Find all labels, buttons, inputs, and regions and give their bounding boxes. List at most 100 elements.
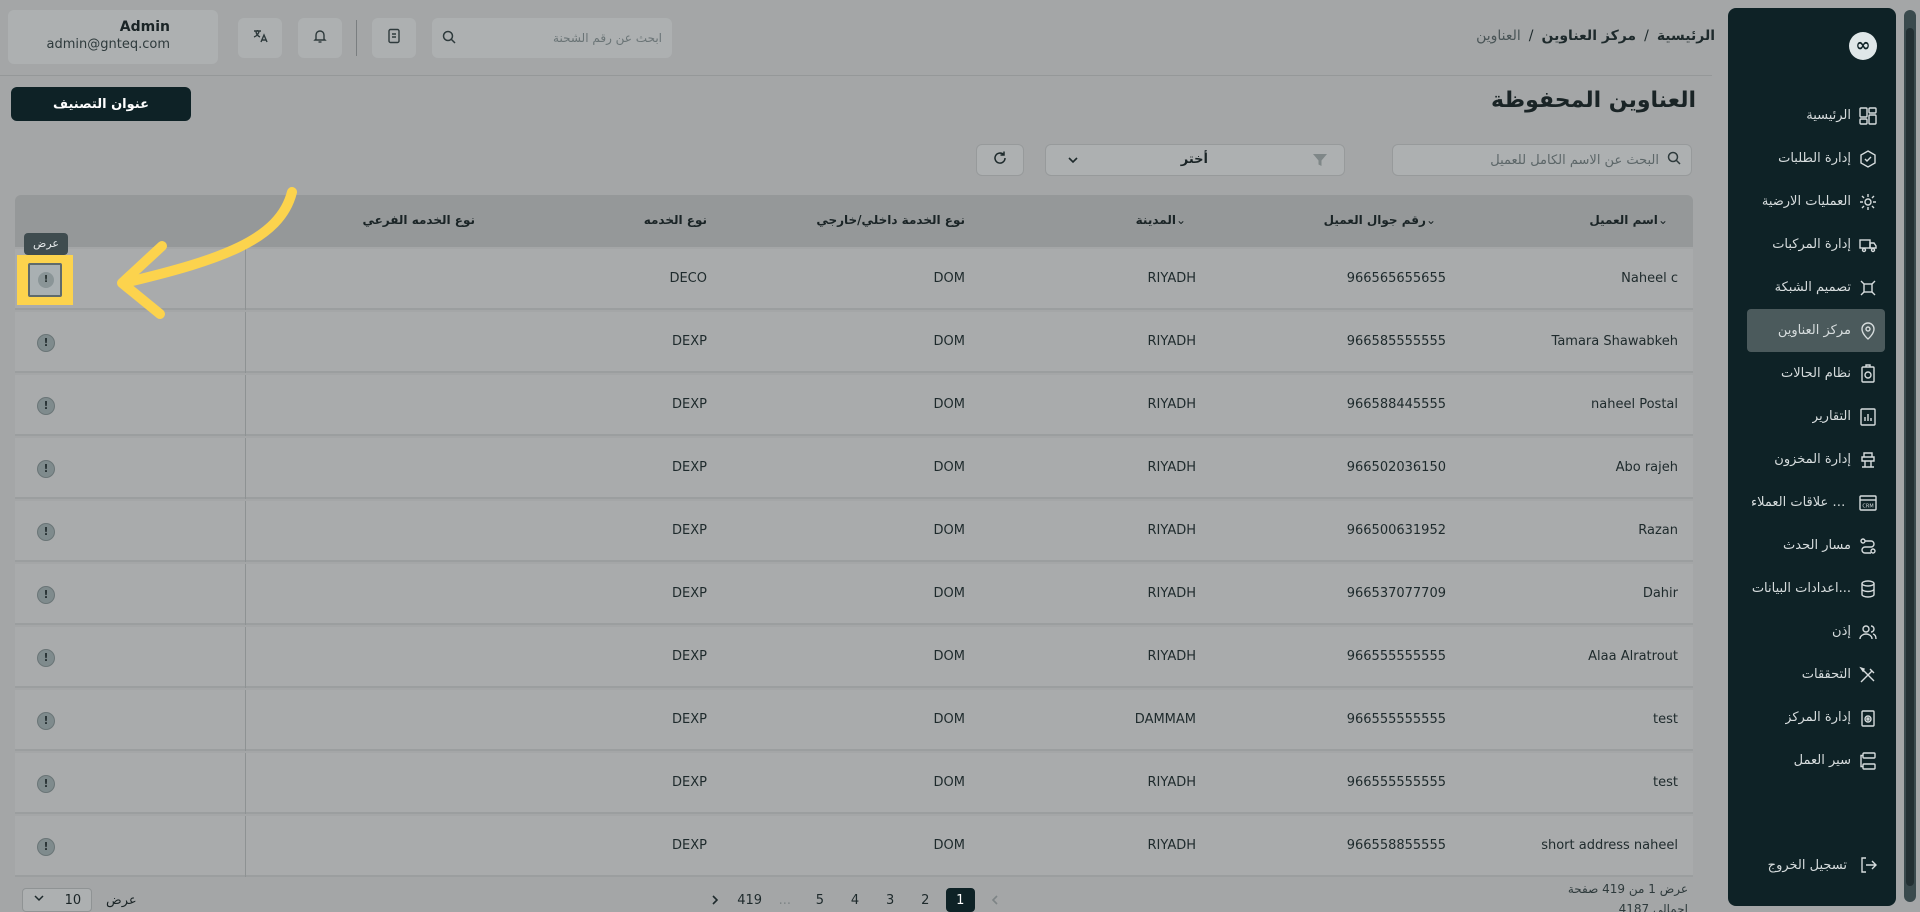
logout-button[interactable]: تسجيل الخروج (1747, 850, 1885, 880)
page-scrollbar[interactable] (1904, 10, 1916, 902)
service-type-cell: DEXP (672, 334, 707, 349)
column-divider (245, 375, 246, 436)
page-button[interactable]: 5 (805, 888, 834, 912)
sidebar-item-verifications[interactable]: التحققات (1747, 653, 1885, 696)
shipment-scan-button[interactable] (372, 18, 416, 58)
sidebar-item-label: العمليات الارضية (1761, 194, 1851, 209)
city-cell: RIYADH (1147, 523, 1196, 538)
service-io-cell: DOM (933, 397, 965, 412)
reports-icon (1857, 406, 1879, 428)
customer-name-cell: naheel Postal (1591, 397, 1678, 412)
sidebar-item-event-route[interactable]: مسار الحدث (1747, 524, 1885, 567)
sidebar-item-label: تصميم الشبكة (1774, 280, 1851, 295)
header-separator (356, 20, 357, 56)
sidebar-item-ground-ops[interactable]: العمليات الارضية (1747, 180, 1885, 223)
sidebar-item-workflow[interactable]: سير العمل (1747, 739, 1885, 782)
column-header-customer-name[interactable]: اسم العميل⌄ (1589, 213, 1678, 227)
view-details-button[interactable]: ! (37, 460, 55, 478)
view-details-button[interactable]: ! (37, 838, 55, 856)
sidebar-item-label: إدارة المركز (1785, 710, 1851, 725)
phone-cell: 966500631952 (1346, 523, 1446, 538)
sidebar-item-network[interactable]: تصميم الشبكة (1747, 266, 1885, 309)
page-button[interactable]: 4 (840, 888, 869, 912)
rows-per-page-value: 10 (64, 892, 82, 908)
view-details-button[interactable]: ! (37, 586, 55, 604)
view-details-button[interactable]: ! (37, 775, 55, 793)
filter-select[interactable]: أختر (1045, 144, 1345, 176)
user-name: Admin (119, 19, 170, 35)
sidebar-item-label: إدارة المخزون (1774, 452, 1851, 467)
view-details-button[interactable]: ! (37, 523, 55, 541)
language-button[interactable] (238, 18, 282, 58)
scrollbar-thumb[interactable] (1906, 28, 1914, 886)
users-icon (1857, 621, 1879, 643)
ground-ops-icon (1857, 191, 1879, 213)
sidebar-item-crm[interactable]: CRM إدارة علاقات العملاء (1747, 481, 1885, 524)
column-header-phone[interactable]: رقم جوال العميل⌄ (1324, 213, 1446, 227)
sidebar-item-status[interactable]: نظام الحالات (1747, 352, 1885, 395)
sidebar-item-address-center[interactable]: مركز العناوين (1747, 309, 1885, 352)
add-address-classification-button[interactable]: عنوان التصنيف (11, 87, 191, 121)
sidebar-item-reports[interactable]: التقارير (1747, 395, 1885, 438)
user-email: admin@gnteq.com (46, 37, 170, 52)
notifications-button[interactable] (298, 18, 342, 58)
shipment-search-input[interactable]: ابحث عن رقم الشحنة (432, 18, 672, 58)
breadcrumb: الرئيسية / مركز العناوين / العناوين (1440, 28, 1715, 44)
sidebar-item-orders[interactable]: إدارة الطلبات (1747, 137, 1885, 180)
customer-name-cell: Naheel c (1621, 271, 1678, 286)
sidebar-item-home[interactable]: الرئيسية (1747, 94, 1885, 137)
pagination: 419 ... 5 4 3 2 1 (700, 888, 1016, 912)
phone-cell: 966555555555 (1346, 649, 1446, 664)
table-row: test 966555555555 RIYADH DOM DEXP! (15, 753, 1693, 814)
breadcrumb-home[interactable]: الرئيسية (1657, 28, 1715, 44)
column-header-sub-service-type: نوع الخدمه الفرعي (362, 213, 475, 227)
sidebar-item-data-settings[interactable]: اعدادات البيانات... (1747, 567, 1885, 610)
page-title: العناوين المحفوظة (1491, 88, 1696, 113)
info-icon: ! (38, 272, 54, 288)
rows-per-page-label: عرض (106, 892, 137, 908)
view-button-focus-frame: ! (28, 263, 62, 297)
customer-name-cell: Razan (1638, 523, 1678, 538)
highlighted-view-button[interactable]: ! (17, 255, 73, 305)
rows-per-page-select[interactable]: 10 (22, 888, 92, 912)
column-header-label: اسم العميل (1589, 213, 1658, 227)
view-details-button[interactable]: ! (37, 397, 55, 415)
page-button[interactable]: 419 (735, 888, 764, 912)
app-logo[interactable]: ∞ (1849, 32, 1877, 60)
page-ellipsis: ... (778, 892, 791, 908)
refresh-button[interactable] (976, 144, 1024, 176)
sidebar-item-vehicles[interactable]: إدارة المركبات (1747, 223, 1885, 266)
page-button[interactable]: 3 (876, 888, 905, 912)
tools-icon (1857, 664, 1879, 686)
rows-per-page: 10 عرض (22, 888, 172, 912)
service-io-cell: DOM (933, 460, 965, 475)
workflow-icon (1857, 750, 1879, 772)
sidebar-item-label: التحققات (1801, 667, 1851, 682)
database-icon (1857, 578, 1879, 600)
customer-name-cell: test (1653, 775, 1678, 790)
phone-cell: 966565655655 (1346, 271, 1446, 286)
breadcrumb-section[interactable]: مركز العناوين (1542, 28, 1637, 44)
city-cell: RIYADH (1147, 838, 1196, 853)
next-page-button[interactable] (700, 888, 729, 912)
column-header-city[interactable]: المدينة⌄ (1136, 213, 1196, 227)
service-type-cell: DEXP (672, 712, 707, 727)
view-details-button[interactable]: ! (37, 334, 55, 352)
customer-name-cell: Alaa Alratrout (1588, 649, 1678, 664)
shipment-search-placeholder: ابحث عن رقم الشحنة (553, 31, 662, 45)
previous-page-button[interactable] (981, 888, 1010, 912)
customer-name-search-input[interactable]: البحث عن الاسم الكامل للعميل (1392, 144, 1692, 176)
sidebar-item-label: اعدادات البيانات... (1751, 581, 1851, 596)
sidebar-item-permissions[interactable]: إذن (1747, 610, 1885, 653)
page-info: عرض 1 من 419 صفحة (1567, 882, 1688, 896)
view-details-button[interactable]: ! (37, 712, 55, 730)
table-row: Abo rajeh 966502036150 RIYADH DOM DEXP! (15, 438, 1693, 499)
table-row: Razan 966500631952 RIYADH DOM DEXP! (15, 501, 1693, 562)
view-details-button[interactable]: ! (37, 649, 55, 667)
phone-cell: 966555555555 (1346, 775, 1446, 790)
current-page-button[interactable]: 1 (945, 888, 975, 912)
city-cell: RIYADH (1147, 271, 1196, 286)
sidebar-item-hub-management[interactable]: إدارة المركز (1747, 696, 1885, 739)
page-button[interactable]: 2 (911, 888, 940, 912)
sidebar-item-inventory[interactable]: إدارة المخزون (1747, 438, 1885, 481)
